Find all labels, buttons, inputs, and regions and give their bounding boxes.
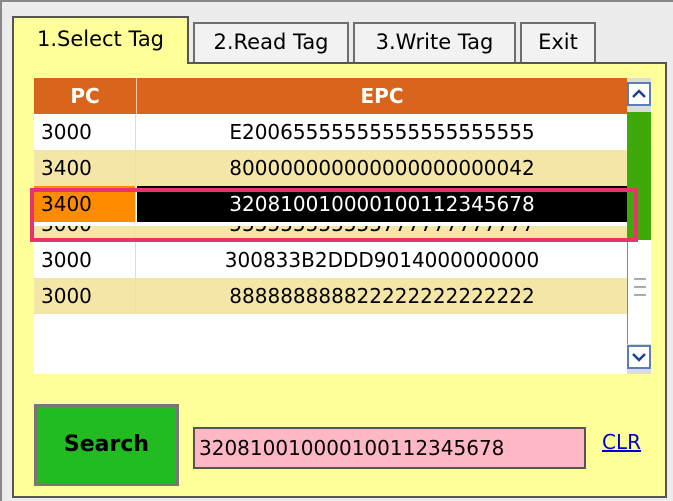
epc-cell: 320810010000100112345678 [137, 186, 627, 222]
table-row[interactable]: 3000 888888888822222222222222 [34, 278, 627, 314]
table-row-selected[interactable]: 3400 320810010000100112345678 [34, 186, 627, 222]
tab-exit[interactable]: Exit [520, 22, 596, 62]
tab-select-tag[interactable]: 1.Select Tag [12, 16, 189, 64]
select-tag-panel: PC EPC 3000 E20065555555555555555555 340… [12, 62, 667, 498]
tag-table: PC EPC 3000 E20065555555555555555555 340… [34, 78, 627, 374]
table-scrollbar[interactable] [627, 78, 651, 374]
search-button[interactable]: Search [34, 404, 179, 486]
grip-line [634, 286, 646, 288]
chevron-up-icon[interactable] [627, 82, 651, 106]
epc-cell: 555555555555777777777777 [137, 226, 627, 242]
grip-line [634, 278, 646, 280]
pc-cell: 3400 [34, 186, 136, 222]
column-header-epc: EPC [360, 84, 404, 108]
clear-link[interactable]: CLR [602, 430, 641, 454]
table-row[interactable]: 3000 300833B2DDD9014000000000 [34, 242, 627, 278]
pc-cell: 3000 [34, 242, 136, 278]
table-header: PC EPC [34, 78, 627, 114]
column-header-pc: PC [34, 78, 137, 114]
pc-cell: 3000 [34, 226, 136, 242]
scrollbar-thumb[interactable] [627, 240, 651, 344]
table-row[interactable]: 3000 555555555555777777777777 [34, 226, 627, 242]
tab-write-tag[interactable]: 3.Write Tag [353, 22, 516, 62]
epc-cell: 888888888822222222222222 [229, 284, 535, 308]
grip-line [634, 294, 646, 296]
table-row[interactable]: 3000 E20065555555555555555555 [34, 114, 627, 150]
epc-cell: 300833B2DDD9014000000000 [224, 248, 540, 272]
tab-read-tag[interactable]: 2.Read Tag [193, 22, 349, 62]
scrollbar-track[interactable] [627, 112, 651, 240]
pc-cell: 3000 [34, 278, 136, 314]
table-row[interactable]: 3400 800000000000000000000042 [34, 150, 627, 186]
selected-epc-field[interactable]: 320810010000100112345678 [193, 427, 586, 469]
app-window: 1.Select Tag 2.Read Tag 3.Write Tag Exit… [0, 0, 673, 501]
epc-cell: E20065555555555555555555 [229, 120, 535, 144]
pc-cell: 3400 [34, 150, 136, 186]
epc-cell: 800000000000000000000042 [229, 156, 535, 180]
pc-cell: 3000 [34, 114, 136, 150]
chevron-down-icon[interactable] [627, 345, 651, 369]
